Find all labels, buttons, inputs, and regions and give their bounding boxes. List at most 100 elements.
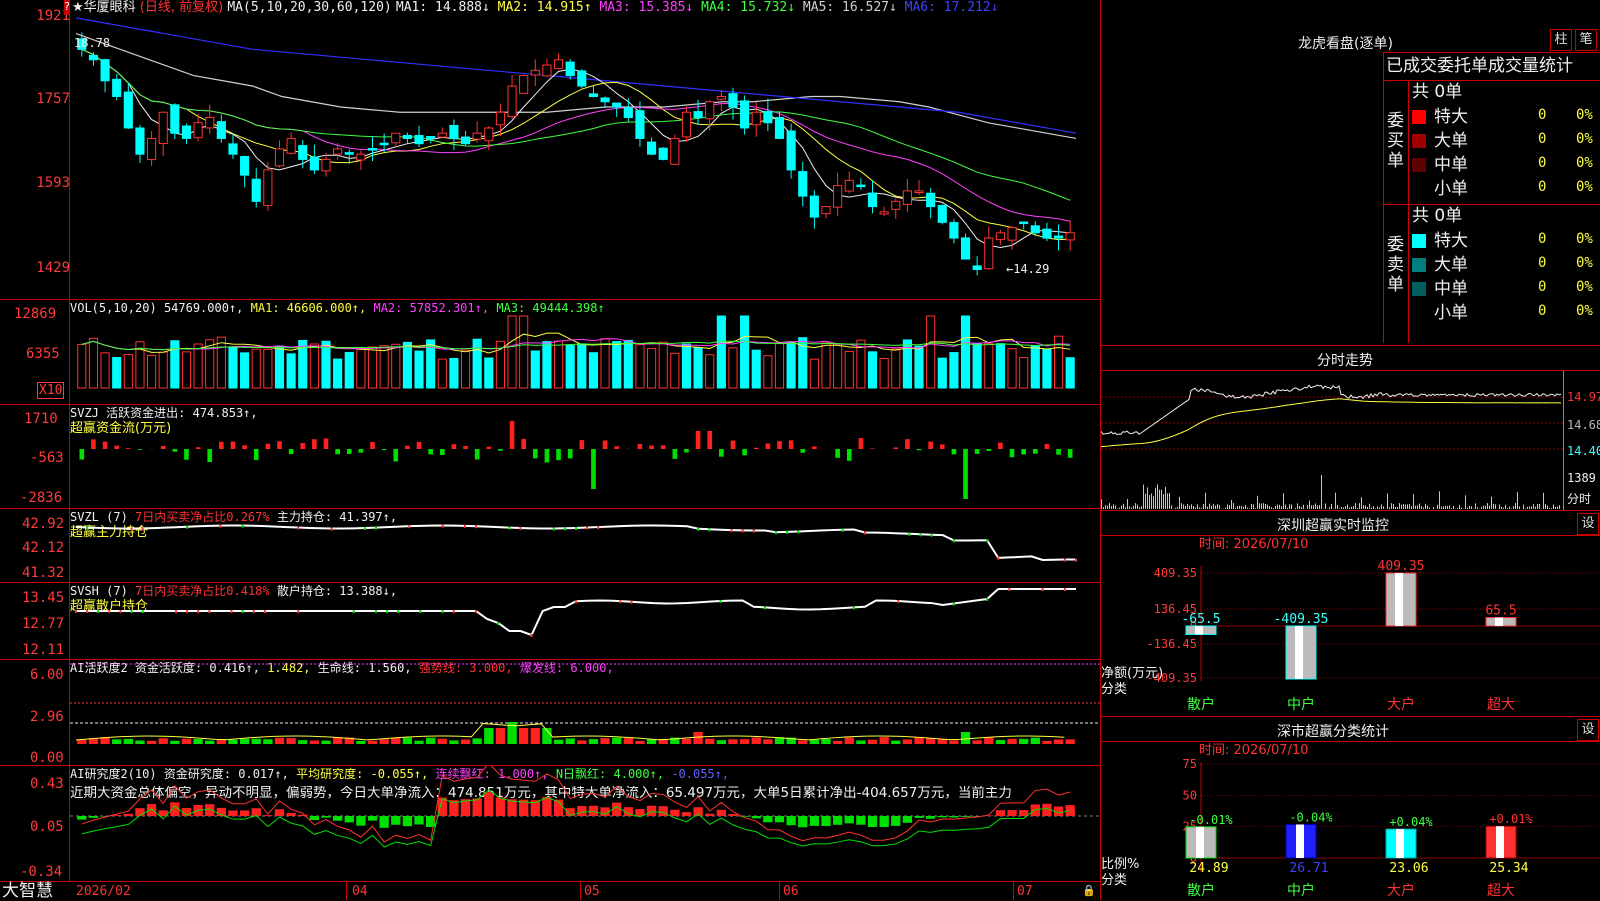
intraday-volume-bar bbox=[1231, 500, 1232, 509]
volume-panel[interactable]: 12869 6355 X10 VOL(5,10,20) 54769.000↑, … bbox=[0, 300, 1100, 405]
sell-total: 共 0单 bbox=[1412, 206, 1462, 226]
sz-monitor-settings-button[interactable]: 设 bbox=[1577, 513, 1599, 535]
volume-bar bbox=[78, 344, 86, 388]
holding-tick bbox=[242, 525, 244, 528]
intraday-volume-bar bbox=[1361, 497, 1362, 509]
volume-bar bbox=[252, 349, 260, 388]
svsh-chart[interactable] bbox=[70, 583, 1100, 659]
research-bar bbox=[473, 798, 482, 816]
holding-tick bbox=[475, 525, 477, 528]
activity-bar bbox=[612, 738, 621, 744]
activity-bar bbox=[135, 740, 144, 744]
intraday-volume-bar bbox=[1233, 503, 1234, 509]
candle-body bbox=[194, 123, 202, 138]
kline-panel[interactable]: 1921 1757 1593 1429 ? ★华厦眼科 (日线, 前复权) MA… bbox=[0, 0, 1100, 300]
flow-bar bbox=[998, 443, 1003, 449]
chart-area[interactable]: 1921 1757 1593 1429 ? ★华厦眼科 (日线, 前复权) MA… bbox=[0, 0, 1100, 900]
volume-bar bbox=[973, 344, 981, 388]
intraday-volume-bar bbox=[1191, 504, 1192, 509]
bar-view-button[interactable]: 柱 bbox=[1550, 29, 1572, 51]
candle-body bbox=[659, 148, 667, 159]
intraday-volume-bar bbox=[1207, 507, 1208, 509]
ai-research-panel[interactable]: 0.43 0.05 -0.34 AI研究度2(10) 资金研究度: 0.017↑… bbox=[0, 766, 1100, 882]
intraday-volume-bar bbox=[1113, 504, 1114, 509]
flow-bar bbox=[579, 440, 584, 449]
y-tick: 2.96 bbox=[30, 709, 64, 725]
intraday-chart[interactable] bbox=[1101, 371, 1563, 511]
candle-body bbox=[950, 223, 958, 238]
svzj-panel[interactable]: 1710 -563 -2836 SVZJ 活跃资金进出: 474.853↑, 超… bbox=[0, 405, 1100, 509]
ai-activity-chart[interactable] bbox=[70, 660, 1100, 765]
activity-bar bbox=[798, 740, 807, 744]
holding-tick bbox=[242, 610, 244, 613]
intraday-volume-bar bbox=[1331, 504, 1332, 509]
intraday-volume-bar bbox=[1489, 506, 1490, 509]
activity-bar bbox=[914, 737, 923, 744]
intraday-volume-bar bbox=[1123, 504, 1124, 509]
research-bar bbox=[775, 816, 784, 822]
research-bar bbox=[612, 803, 621, 816]
intraday-volume-bar bbox=[1193, 506, 1194, 509]
activity-bar bbox=[1019, 739, 1028, 744]
volume-bar bbox=[1020, 358, 1028, 388]
y-tick: 42.92 bbox=[22, 516, 64, 532]
research-bar bbox=[659, 806, 668, 816]
intraday-volume-bar bbox=[1149, 495, 1150, 509]
ai-research-chart[interactable] bbox=[70, 766, 1100, 881]
volume-chart[interactable] bbox=[70, 300, 1100, 404]
intraday-volume-bar bbox=[1355, 503, 1356, 509]
svzl-chart[interactable] bbox=[70, 509, 1100, 582]
intraday-volume-bar bbox=[1201, 508, 1202, 509]
intraday-volume-bar bbox=[1157, 484, 1158, 509]
flow-bar bbox=[266, 444, 271, 449]
activity-bar bbox=[693, 732, 702, 744]
research-bar bbox=[414, 816, 423, 824]
intraday-volume-bar bbox=[1261, 503, 1262, 509]
date-tick: 07 bbox=[1017, 884, 1033, 899]
intraday-volume-bar bbox=[1189, 506, 1190, 509]
holding-tick bbox=[619, 600, 621, 603]
research-bar bbox=[914, 816, 923, 818]
intraday-volume-bar bbox=[1513, 506, 1514, 509]
y-tick: 12.11 bbox=[22, 642, 64, 658]
svzl-panel[interactable]: 42.92 42.12 41.32 SVZL (7) 7日内买卖净占比0.267… bbox=[0, 509, 1100, 583]
flow-bar bbox=[428, 449, 433, 454]
svzj-chart[interactable] bbox=[70, 405, 1100, 508]
research-bar bbox=[147, 804, 156, 816]
flow-bar bbox=[521, 439, 526, 449]
candle-body bbox=[729, 94, 737, 107]
intraday-volume-bar bbox=[1537, 504, 1538, 509]
candle-body bbox=[299, 146, 307, 160]
candle-body bbox=[810, 196, 818, 217]
intraday-volume-bar bbox=[1235, 508, 1236, 509]
lock-icon[interactable]: 🔒 bbox=[1082, 883, 1096, 898]
intraday-volume-bar bbox=[1205, 493, 1206, 509]
pen-view-button[interactable]: 笔 bbox=[1575, 29, 1597, 51]
candle-body bbox=[264, 170, 272, 206]
intraday-volume-bar bbox=[1457, 508, 1458, 509]
order-count: 0 bbox=[1538, 156, 1546, 171]
holding-tick bbox=[142, 610, 144, 613]
activity-bar bbox=[856, 740, 865, 744]
order-size-label: 小单 bbox=[1434, 303, 1468, 323]
buy-orders-title: 委买单 bbox=[1387, 111, 1407, 171]
research-bar bbox=[938, 816, 947, 817]
research-bar bbox=[542, 797, 551, 816]
intraday-volume-bar bbox=[1249, 508, 1250, 509]
svsh-panel[interactable]: 13.45 12.77 12.11 SVSH (7) 7日内买卖净占比0.418… bbox=[0, 583, 1100, 660]
kline-chart[interactable] bbox=[70, 0, 1100, 299]
candle-body bbox=[403, 135, 411, 138]
ai-activity-panel[interactable]: 6.00 2.96 0.00 AI活跃度2 资金活跃度: 0.416↑, 1.4… bbox=[0, 660, 1100, 766]
activity-bar bbox=[1054, 739, 1063, 744]
volume-bar bbox=[915, 346, 923, 388]
intraday-y-tick: 14.97 bbox=[1567, 390, 1600, 405]
research-bar bbox=[135, 808, 144, 816]
intraday-volume-bar bbox=[1427, 506, 1428, 509]
research-bar bbox=[89, 816, 98, 818]
intraday-section[interactable]: 分时走势 14.97 14.68 14.40 1389 分时 bbox=[1101, 345, 1600, 511]
sz-class-settings-button[interactable]: 设 bbox=[1577, 719, 1599, 741]
intraday-volume-bar bbox=[1299, 506, 1300, 509]
order-color-swatch bbox=[1412, 134, 1426, 148]
flow-bar bbox=[79, 449, 84, 460]
candle-body bbox=[985, 238, 993, 269]
